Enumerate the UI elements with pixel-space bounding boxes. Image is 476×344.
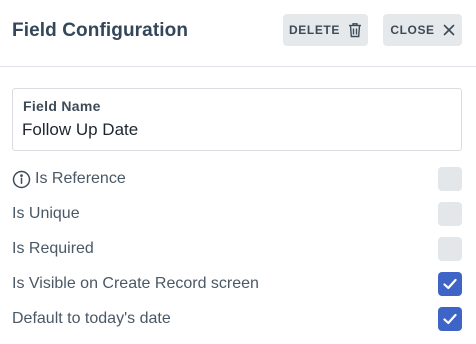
close-icon xyxy=(443,24,455,36)
checkmark-icon xyxy=(443,313,457,325)
option-is-unique: Is Unique xyxy=(12,202,462,226)
option-label: Default to today's date xyxy=(12,310,171,327)
close-button[interactable]: CLOSE xyxy=(383,14,462,46)
close-button-label: CLOSE xyxy=(390,23,435,37)
is-required-checkbox[interactable] xyxy=(438,237,462,261)
delete-button[interactable]: DELETE xyxy=(283,14,368,46)
trash-icon xyxy=(348,22,362,38)
option-default-to-today: Default to today's date xyxy=(12,307,462,331)
option-label-row: Is Reference xyxy=(12,170,126,189)
checkmark-icon xyxy=(443,278,457,290)
default-to-today-checkbox[interactable] xyxy=(438,307,462,331)
delete-button-label: DELETE xyxy=(289,23,340,37)
field-name-box: Field Name xyxy=(12,88,462,151)
option-is-visible-on-create: Is Visible on Create Record screen xyxy=(12,272,462,296)
panel-title: Field Configuration xyxy=(12,20,189,41)
panel-header: Field Configuration DELETE CLOSE xyxy=(0,0,476,67)
is-visible-on-create-checkbox[interactable] xyxy=(438,272,462,296)
option-is-reference: Is Reference xyxy=(12,167,462,191)
option-is-required: Is Required xyxy=(12,237,462,261)
field-name-label: Field Name xyxy=(23,98,101,114)
option-label: Is Unique xyxy=(12,205,80,222)
info-icon[interactable] xyxy=(12,170,31,189)
is-unique-checkbox[interactable] xyxy=(438,202,462,226)
option-label: Is Reference xyxy=(35,170,126,187)
field-configuration-panel: Field Configuration DELETE CLOSE Field N… xyxy=(0,0,476,344)
is-reference-checkbox[interactable] xyxy=(438,167,462,191)
option-label: Is Visible on Create Record screen xyxy=(12,275,259,292)
field-name-input[interactable] xyxy=(22,117,442,143)
option-label: Is Required xyxy=(12,240,94,257)
